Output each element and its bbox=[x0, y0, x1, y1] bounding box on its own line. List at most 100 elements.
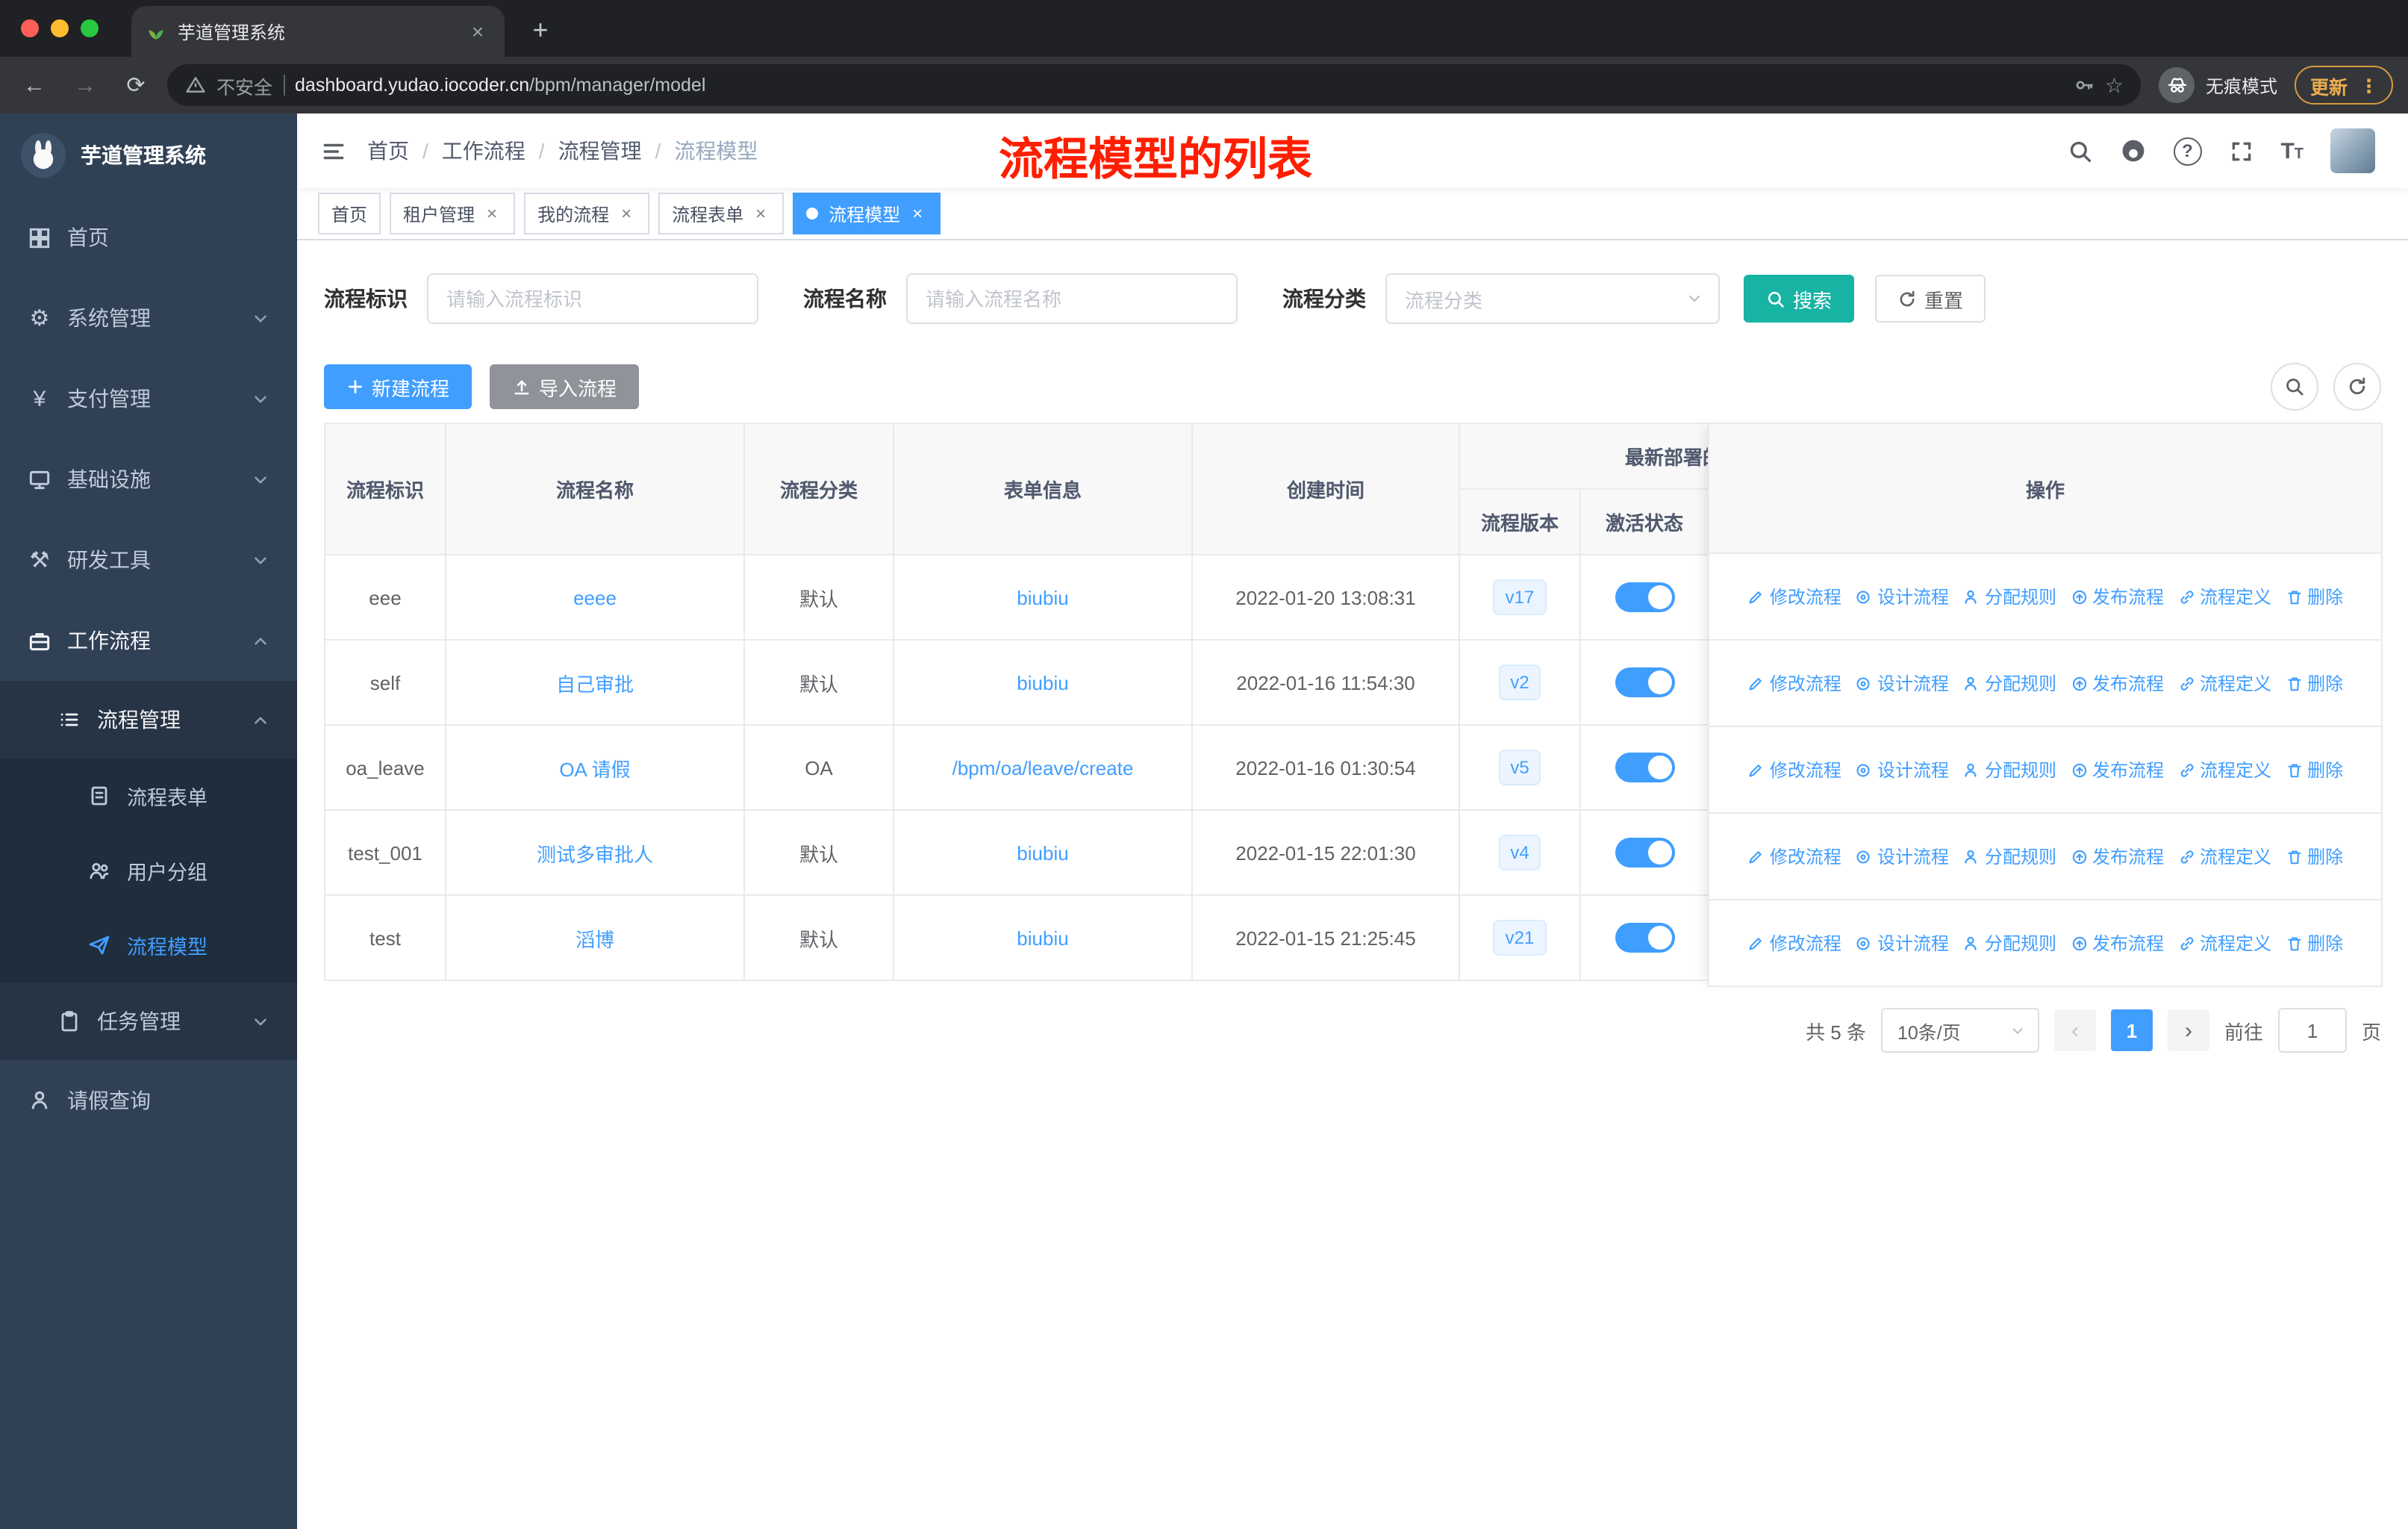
create-process-button[interactable]: 新建流程 bbox=[324, 364, 472, 409]
prev-page-button[interactable]: ‹ bbox=[2053, 1009, 2096, 1051]
breadcrumb-process-mgmt[interactable]: 流程管理 bbox=[558, 136, 642, 166]
window-zoom-button[interactable] bbox=[81, 19, 99, 37]
current-page[interactable]: 1 bbox=[2110, 1009, 2153, 1051]
import-process-button[interactable]: 导入流程 bbox=[490, 364, 640, 409]
window-minimize-button[interactable] bbox=[51, 19, 69, 37]
bookmark-star-icon[interactable]: ☆ bbox=[2105, 72, 2124, 98]
help-icon[interactable]: ? bbox=[2173, 137, 2202, 165]
process-id-input[interactable] bbox=[427, 273, 758, 324]
version-badge[interactable]: v5 bbox=[1498, 750, 1541, 785]
modify-process-link[interactable]: 修改流程 bbox=[1747, 757, 1841, 782]
modify-process-link[interactable]: 修改流程 bbox=[1747, 844, 1841, 869]
reload-icon[interactable]: ⟳ bbox=[116, 72, 155, 99]
process-name-link[interactable]: eeee bbox=[573, 586, 617, 608]
publish-process-link[interactable]: 发布流程 bbox=[2070, 670, 2164, 696]
publish-process-link[interactable]: 发布流程 bbox=[2070, 930, 2164, 956]
sidebar-item-dev-tools[interactable]: ⚒ 研发工具 bbox=[0, 520, 297, 600]
search-button[interactable]: 搜索 bbox=[1744, 275, 1855, 323]
sidebar-item-home[interactable]: 首页 bbox=[0, 197, 297, 278]
active-toggle[interactable] bbox=[1615, 923, 1674, 953]
reset-button[interactable]: 重置 bbox=[1875, 275, 1986, 323]
modify-process-link[interactable]: 修改流程 bbox=[1747, 584, 1841, 609]
process-name-input[interactable] bbox=[906, 273, 1238, 324]
form-info-link[interactable]: biubiu bbox=[1017, 841, 1068, 864]
tag-process-form[interactable]: 流程表单 × bbox=[658, 193, 785, 234]
design-process-link[interactable]: 设计流程 bbox=[1855, 670, 1949, 696]
user-avatar[interactable] bbox=[2330, 128, 2375, 173]
version-badge[interactable]: v17 bbox=[1493, 579, 1547, 615]
process-definition-link[interactable]: 流程定义 bbox=[2177, 584, 2271, 609]
design-process-link[interactable]: 设计流程 bbox=[1855, 757, 1949, 782]
process-definition-link[interactable]: 流程定义 bbox=[2177, 670, 2271, 696]
key-icon[interactable] bbox=[2074, 75, 2094, 96]
active-toggle[interactable] bbox=[1615, 753, 1674, 782]
sidebar-item-infrastructure[interactable]: 基础设施 bbox=[0, 439, 297, 520]
sidebar-item-payment-mgmt[interactable]: ¥ 支付管理 bbox=[0, 358, 297, 439]
github-icon[interactable] bbox=[2119, 137, 2146, 164]
sidebar-collapse-icon[interactable] bbox=[321, 138, 346, 164]
new-tab-button[interactable]: + bbox=[523, 15, 558, 46]
close-icon[interactable]: × bbox=[751, 203, 770, 224]
kebab-menu-icon[interactable]: ⋮ bbox=[2359, 74, 2378, 96]
breadcrumb-home[interactable]: 首页 bbox=[367, 136, 409, 166]
version-badge[interactable]: v4 bbox=[1498, 835, 1541, 871]
delete-link[interactable]: 删除 bbox=[2285, 757, 2343, 782]
sidebar-item-user-group[interactable]: 用户分组 bbox=[0, 833, 297, 908]
tag-process-model[interactable]: 流程模型 × bbox=[793, 193, 941, 234]
assign-rule-link[interactable]: 分配规则 bbox=[1962, 757, 2056, 782]
security-label[interactable]: 不安全 bbox=[216, 71, 272, 99]
form-info-link[interactable]: biubiu bbox=[1017, 927, 1068, 949]
delete-link[interactable]: 删除 bbox=[2285, 844, 2343, 869]
tag-tenant-mgmt[interactable]: 租户管理 × bbox=[390, 193, 516, 234]
assign-rule-link[interactable]: 分配规则 bbox=[1962, 670, 2056, 696]
back-icon[interactable]: ← bbox=[15, 72, 54, 98]
sidebar-item-process-model[interactable]: 流程模型 bbox=[0, 908, 297, 983]
app-logo[interactable]: 芋道管理系统 bbox=[0, 113, 297, 197]
sidebar-item-system-mgmt[interactable]: ⚙ 系统管理 bbox=[0, 278, 297, 358]
version-badge[interactable]: v21 bbox=[1493, 920, 1547, 956]
process-category-select[interactable]: 流程分类 bbox=[1385, 273, 1720, 324]
toggle-search-button[interactable] bbox=[2271, 363, 2318, 411]
assign-rule-link[interactable]: 分配规则 bbox=[1962, 930, 2056, 956]
form-info-link[interactable]: biubiu bbox=[1017, 671, 1068, 694]
process-name-link[interactable]: 测试多审批人 bbox=[537, 843, 653, 865]
close-icon[interactable]: × bbox=[908, 203, 927, 224]
modify-process-link[interactable]: 修改流程 bbox=[1747, 670, 1841, 696]
form-info-link[interactable]: biubiu bbox=[1017, 586, 1068, 608]
design-process-link[interactable]: 设计流程 bbox=[1855, 844, 1949, 869]
close-icon[interactable]: × bbox=[482, 203, 502, 224]
browser-update-button[interactable]: 更新 ⋮ bbox=[2295, 66, 2393, 105]
goto-page-input[interactable] bbox=[2277, 1008, 2347, 1053]
publish-process-link[interactable]: 发布流程 bbox=[2070, 757, 2164, 782]
refresh-table-button[interactable] bbox=[2333, 363, 2381, 411]
publish-process-link[interactable]: 发布流程 bbox=[2070, 584, 2164, 609]
sidebar-item-leave-query[interactable]: 请假查询 bbox=[0, 1060, 297, 1141]
process-definition-link[interactable]: 流程定义 bbox=[2177, 844, 2271, 869]
browser-tab[interactable]: 芋道管理系统 × bbox=[131, 6, 505, 57]
sidebar-item-process-mgmt[interactable]: 流程管理 bbox=[0, 681, 297, 759]
active-toggle[interactable] bbox=[1615, 667, 1674, 697]
modify-process-link[interactable]: 修改流程 bbox=[1747, 930, 1841, 956]
form-info-link[interactable]: /bpm/oa/leave/create bbox=[952, 756, 1134, 779]
process-name-link[interactable]: 自己审批 bbox=[556, 673, 634, 695]
address-bar[interactable]: 不安全 dashboard.yudao.iocoder.cn/bpm/manag… bbox=[167, 64, 2142, 106]
tag-home[interactable]: 首页 bbox=[318, 193, 381, 234]
process-definition-link[interactable]: 流程定义 bbox=[2177, 930, 2271, 956]
tab-close-icon[interactable]: × bbox=[466, 19, 490, 43]
assign-rule-link[interactable]: 分配规则 bbox=[1962, 844, 2056, 869]
process-name-link[interactable]: OA 请假 bbox=[559, 758, 630, 780]
page-size-select[interactable]: 10条/页 bbox=[1880, 1008, 2039, 1053]
font-size-icon[interactable]: TT bbox=[2280, 138, 2303, 164]
design-process-link[interactable]: 设计流程 bbox=[1855, 584, 1949, 609]
sidebar-item-task-mgmt[interactable]: 任务管理 bbox=[0, 983, 297, 1060]
assign-rule-link[interactable]: 分配规则 bbox=[1962, 584, 2056, 609]
search-icon[interactable] bbox=[2067, 138, 2092, 164]
delete-link[interactable]: 删除 bbox=[2285, 584, 2343, 609]
window-close-button[interactable] bbox=[21, 19, 39, 37]
design-process-link[interactable]: 设计流程 bbox=[1855, 930, 1949, 956]
tag-my-process[interactable]: 我的流程 × bbox=[524, 193, 650, 234]
process-definition-link[interactable]: 流程定义 bbox=[2177, 757, 2271, 782]
forward-icon[interactable]: → bbox=[66, 72, 105, 98]
delete-link[interactable]: 删除 bbox=[2285, 670, 2343, 696]
version-badge[interactable]: v2 bbox=[1498, 664, 1541, 700]
